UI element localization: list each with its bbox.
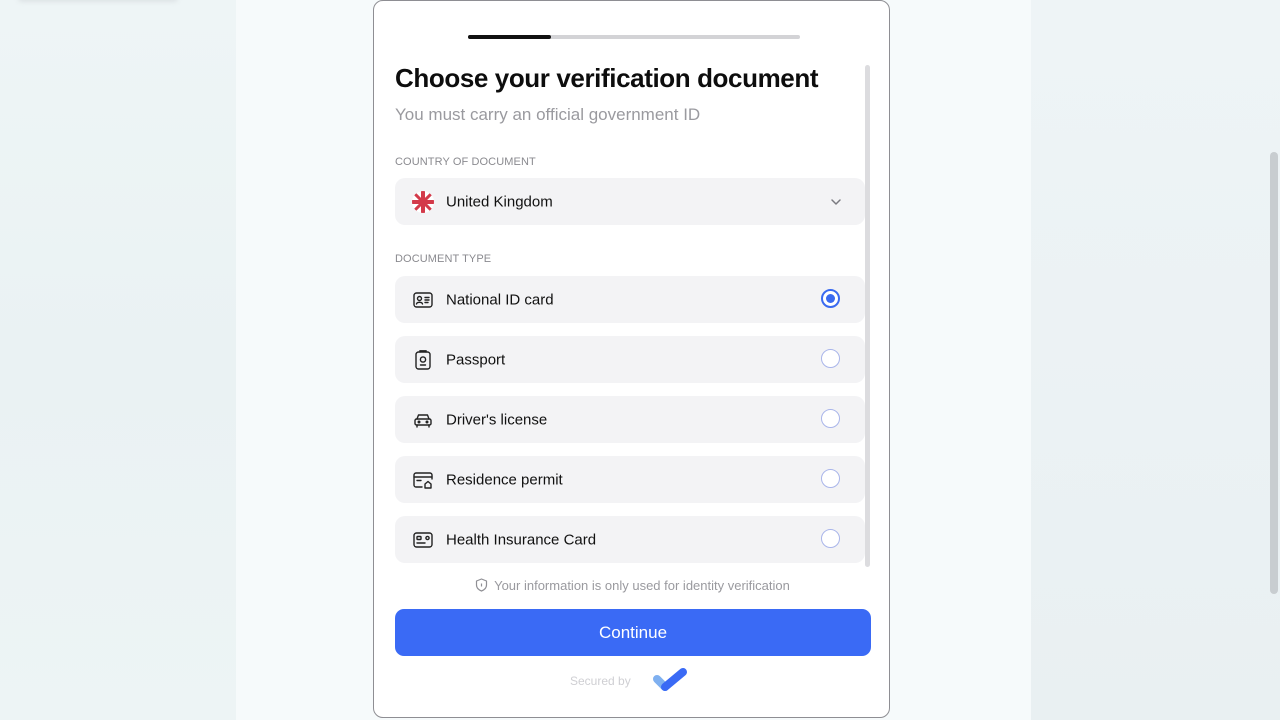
- progress-fill: [468, 35, 551, 39]
- backdrop-pill: [18, 0, 178, 2]
- privacy-text: Your information is only used for identi…: [494, 578, 790, 593]
- uk-flag-icon: [412, 191, 434, 213]
- page-subtitle: You must carry an official government ID: [395, 105, 701, 124]
- radio-national-id[interactable]: [821, 289, 840, 308]
- privacy-note: Your information is only used for identi…: [374, 578, 889, 593]
- document-label: National ID card: [446, 291, 554, 308]
- document-label: Residence permit: [446, 471, 563, 488]
- document-option-health-insurance[interactable]: Health Insurance Card: [395, 516, 865, 563]
- residence-permit-icon: [412, 469, 434, 491]
- chevron-down-icon: [829, 195, 843, 209]
- document-option-passport[interactable]: Passport: [395, 336, 865, 383]
- health-card-icon: [412, 529, 434, 551]
- document-section-label: DOCUMENT TYPE: [395, 253, 492, 265]
- passport-icon: [412, 349, 434, 371]
- id-card-icon: [412, 289, 434, 311]
- page-title: Choose your verification document: [395, 63, 819, 93]
- document-label: Driver's license: [446, 411, 548, 428]
- document-label: Health Insurance Card: [446, 531, 597, 548]
- radio-health-insurance[interactable]: [821, 529, 840, 548]
- backdrop-left: [0, 0, 236, 720]
- shield-icon: [475, 578, 488, 592]
- radio-passport[interactable]: [821, 349, 840, 368]
- country-section-label: COUNTRY OF DOCUMENT: [395, 156, 536, 168]
- country-value: United Kingdom: [446, 193, 553, 210]
- document-option-drivers-license[interactable]: Driver's license: [395, 396, 865, 443]
- document-label: Passport: [446, 351, 506, 368]
- page-scrollbar[interactable]: [1270, 152, 1278, 594]
- document-option-national-id[interactable]: National ID card: [395, 276, 865, 323]
- country-select[interactable]: United Kingdom: [395, 178, 865, 225]
- radio-drivers-license[interactable]: [821, 409, 840, 428]
- backdrop-right: [1031, 0, 1280, 720]
- continue-button[interactable]: Continue: [395, 609, 871, 656]
- radio-residence-permit[interactable]: [821, 469, 840, 488]
- document-option-residence-permit[interactable]: Residence permit: [395, 456, 865, 503]
- card-scrollbar[interactable]: [865, 65, 870, 567]
- car-icon: [412, 409, 434, 431]
- progress-bar: [468, 35, 800, 39]
- secured-by-label: Secured by: [570, 674, 631, 688]
- brand-checkmark-logo: [653, 667, 689, 695]
- verification-card: Choose your verification document You mu…: [373, 0, 890, 718]
